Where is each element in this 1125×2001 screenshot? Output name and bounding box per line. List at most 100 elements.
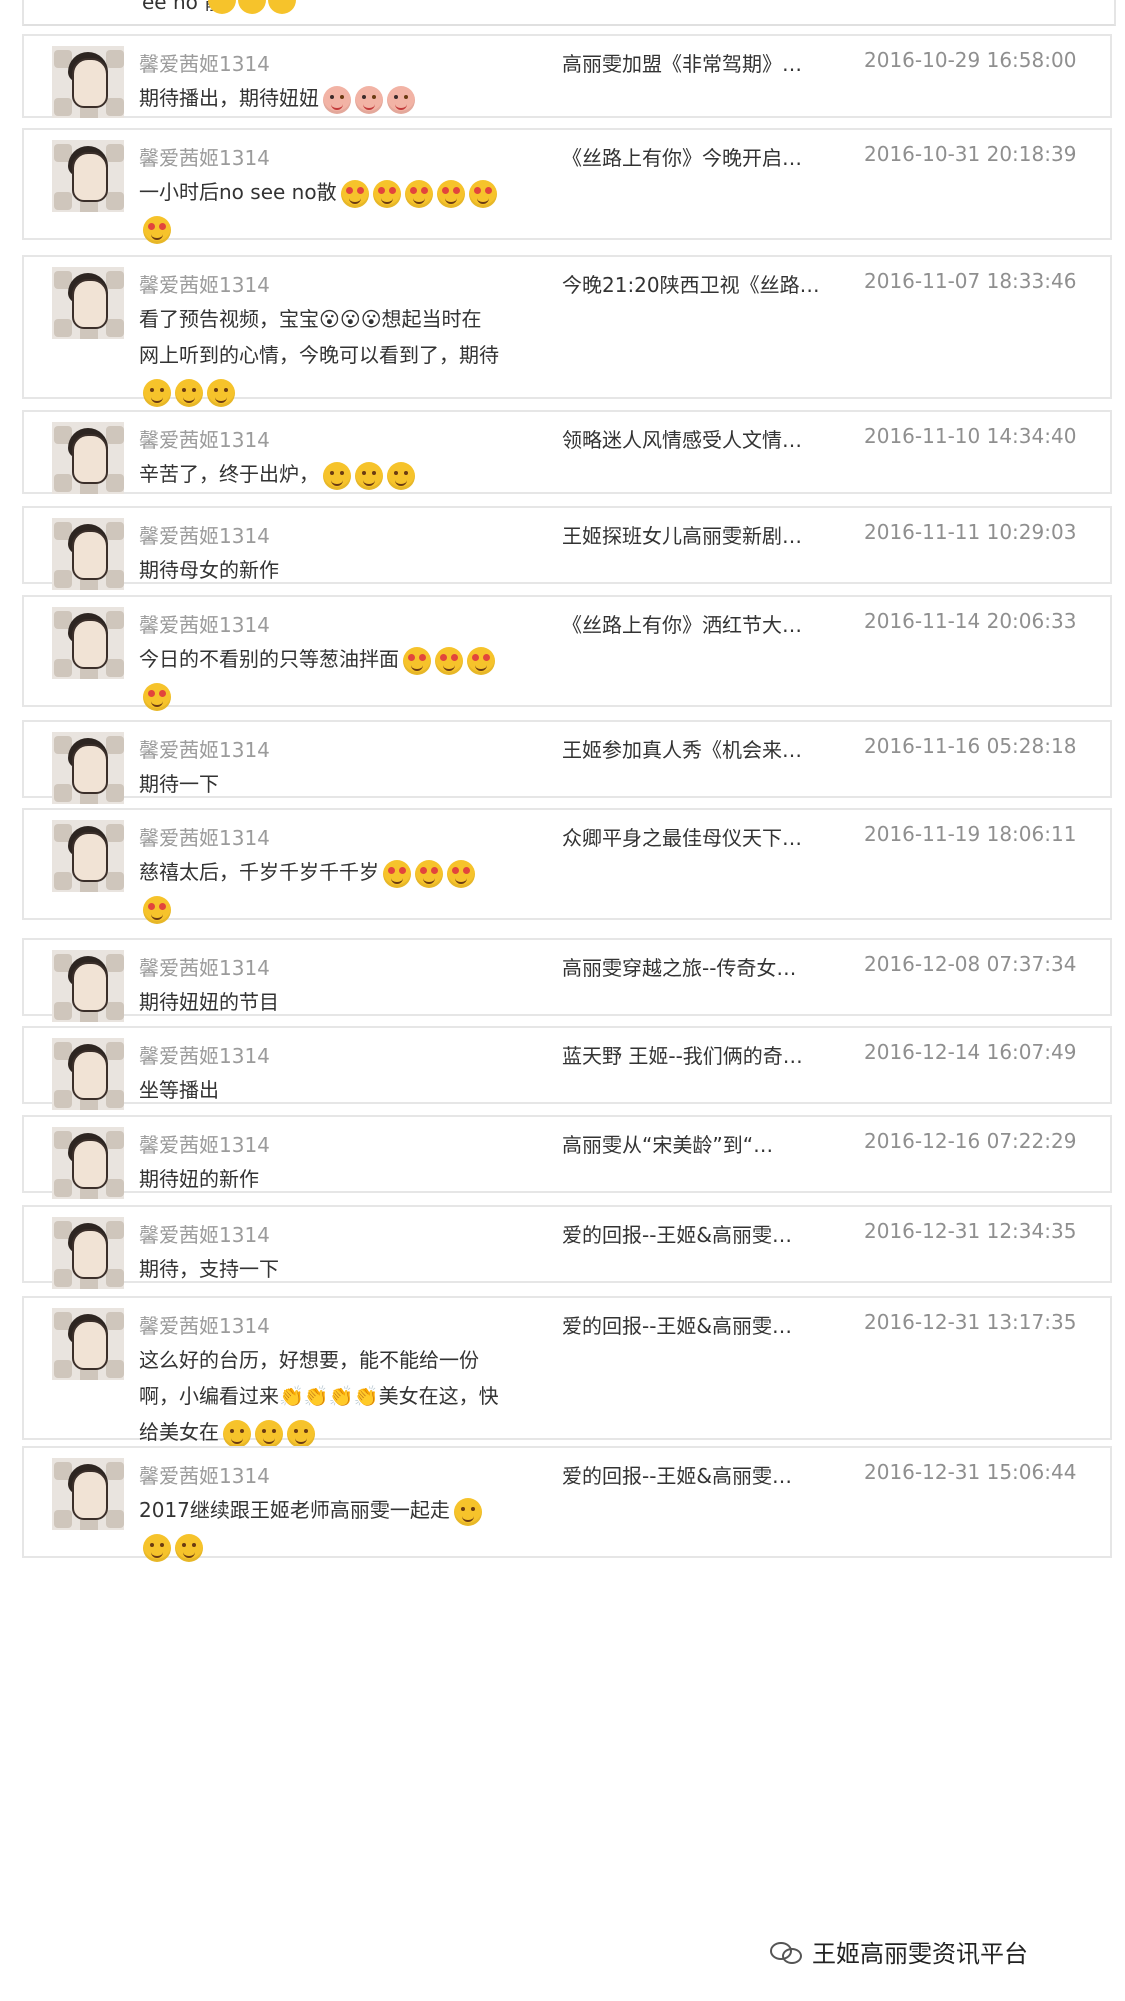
username[interactable]: 馨爱茜姬1314 [139, 1310, 270, 1339]
comment-card[interactable]: 馨爱茜姬1314 领略迷人风情感受人文情… 2016-11-10 14:34:40 辛… [22, 410, 1112, 494]
avatar[interactable] [52, 1127, 124, 1199]
article-title-link[interactable]: 今晚21:20陕西卫视《丝路… [562, 269, 820, 298]
heart-emoji-icon [403, 646, 431, 675]
comment-timestamp: 2016-12-08 07:37:34 [864, 952, 1077, 976]
smile-emoji-icon [175, 1533, 203, 1562]
wechat-logo-icon [770, 1938, 804, 1964]
article-title-link[interactable]: 《丝路上有你》今晚开启… [562, 142, 802, 171]
username[interactable]: 馨爱茜姬1314 [139, 424, 270, 453]
comment-timestamp: 2016-12-14 16:07:49 [864, 1040, 1077, 1064]
username[interactable]: 馨爱茜姬1314 [139, 1129, 270, 1158]
username[interactable]: 馨爱茜姬1314 [139, 520, 270, 549]
comment-text: 一小时后no see no散 [139, 174, 499, 246]
username[interactable]: 馨爱茜姬1314 [139, 734, 270, 763]
comment-card[interactable]: 馨爱茜姬1314 《丝路上有你》洒红节大… 2016-11-14 20:06:33 今… [22, 595, 1112, 711]
avatar[interactable] [52, 732, 124, 804]
heart-emoji-icon [436, 179, 465, 208]
article-title-link[interactable]: 王姬探班女儿高丽雯新剧… [562, 520, 802, 549]
avatar[interactable] [52, 820, 124, 892]
avatar[interactable] [52, 607, 124, 679]
smile-emoji-icon [453, 1497, 482, 1526]
avatar[interactable] [52, 1308, 124, 1380]
avatar[interactable] [52, 1458, 124, 1530]
comment-body: 期待母女的新作 [139, 558, 279, 582]
comment-card[interactable]: 馨爱茜姬1314 《丝路上有你》今晚开启… 2016-10-31 20:18:39 一… [22, 128, 1112, 244]
username[interactable]: 馨爱茜姬1314 [139, 269, 270, 298]
username[interactable]: 馨爱茜姬1314 [139, 1219, 270, 1248]
article-title-link[interactable]: 高丽雯从“宋美龄”到“… [562, 1129, 773, 1158]
avatar[interactable] [52, 518, 124, 590]
smile-emoji-icon [387, 461, 415, 490]
comment-body: 今日的不看别的只等葱油拌面 [139, 647, 399, 671]
comment-card[interactable]: 馨爱茜姬1314 蓝天野 王姬--我们俩的奇… 2016-12-14 16:07:4… [22, 1026, 1112, 1110]
comment-card[interactable]: 馨爱茜姬1314 高丽雯穿越之旅--传奇女… 2016-12-08 07:37:34… [22, 938, 1112, 1022]
heart-emoji-icon [435, 646, 463, 675]
heart-emoji-icon [447, 859, 475, 888]
heart-emoji-icon [372, 179, 401, 208]
article-title-link[interactable]: 爱的回报--王姬&高丽雯… [562, 1460, 792, 1489]
smile-emoji-icon [223, 1419, 251, 1448]
article-title-link[interactable]: 王姬参加真人秀《机会来… [562, 734, 802, 763]
comment-timestamp: 2016-12-31 12:34:35 [864, 1219, 1077, 1243]
comment-card[interactable]: 馨爱茜姬1314 爱的回报--王姬&高丽雯… 2016-12-31 12:34:35… [22, 1205, 1112, 1289]
comment-timestamp: 2016-12-31 13:17:35 [864, 1310, 1077, 1334]
comment-timestamp: 2016-11-14 20:06:33 [864, 609, 1077, 633]
article-title-link[interactable]: 领略迷人风情感受人文情… [562, 424, 802, 453]
comment-card[interactable]: 馨爱茜姬1314 高丽雯加盟《非常驾期》… 2016-10-29 16:58:00 期… [22, 34, 1112, 118]
emoji-icon [268, 0, 296, 14]
comment-text: 期待妞的新作 [139, 1161, 499, 1197]
article-title-link[interactable]: 爱的回报--王姬&高丽雯… [562, 1310, 792, 1339]
comment-body: 期待一下 [139, 772, 219, 796]
heart-emoji-icon [467, 646, 495, 675]
username[interactable]: 馨爱茜姬1314 [139, 1460, 270, 1489]
comment-text: 期待妞妞的节目 [139, 984, 499, 1020]
comment-text: 辛苦了，终于出炉， [139, 456, 499, 492]
article-title-link[interactable]: 众卿平身之最佳母仪天下… [562, 822, 802, 851]
username[interactable]: 馨爱茜姬1314 [139, 1040, 270, 1069]
smile-emoji-icon [255, 1419, 283, 1448]
avatar[interactable] [52, 267, 124, 339]
username[interactable]: 馨爱茜姬1314 [139, 952, 270, 981]
comment-timestamp: 2016-12-31 15:06:44 [864, 1460, 1077, 1484]
avatar[interactable] [52, 1038, 124, 1110]
comment-card[interactable]: 馨爱茜姬1314 众卿平身之最佳母仪天下… 2016-11-19 18:06:11 慈… [22, 808, 1112, 924]
comment-body: 看了预告视频，宝宝😮😮😮想起当时在网上听到的心情，今晚可以看到了，期待 [139, 307, 499, 367]
smile-emoji-icon [287, 1419, 315, 1448]
username[interactable]: 馨爱茜姬1314 [139, 609, 270, 638]
avatar[interactable] [52, 140, 124, 212]
avatar[interactable] [52, 46, 124, 118]
avatar[interactable] [52, 1217, 124, 1289]
avatar[interactable] [52, 950, 124, 1022]
comment-body: 期待播出，期待妞妞 [139, 86, 319, 110]
comment-card[interactable]: 馨爱茜姬1314 爱的回报--王姬&高丽雯… 2016-12-31 15:06:44… [22, 1446, 1112, 1562]
comment-body: 坐等播出 [139, 1078, 219, 1102]
username[interactable]: 馨爱茜姬1314 [139, 48, 270, 77]
kiss-emoji-icon [387, 85, 415, 114]
kiss-emoji-icon [323, 85, 351, 114]
comment-body: 一小时后no see no散 [139, 180, 337, 204]
heart-emoji-icon [404, 179, 433, 208]
article-title-link[interactable]: 《丝路上有你》洒红节大… [562, 609, 802, 638]
article-title-link[interactable]: 高丽雯加盟《非常驾期》… [562, 48, 802, 77]
avatar[interactable] [52, 422, 124, 494]
comment-body: 这么好的台历，好想要，能不能给一份啊，小编看过来👏👏👏👏美女在这，快给美女在 [139, 1348, 499, 1444]
comment-card[interactable]: 馨爱茜姬1314 王姬参加真人秀《机会来… 2016-11-16 05:28:18 期… [22, 720, 1112, 804]
watermark-text: 王姬高丽雯资讯平台 [812, 1939, 1028, 1968]
article-title-link[interactable]: 高丽雯穿越之旅--传奇女… [562, 952, 796, 981]
comment-text: 看了预告视频，宝宝😮😮😮想起当时在网上听到的心情，今晚可以看到了，期待 [139, 301, 499, 409]
comment-body: 期待妞妞的节目 [139, 990, 279, 1014]
comment-body: 期待妞的新作 [139, 1167, 259, 1191]
comment-timestamp: 2016-11-07 18:33:46 [864, 269, 1077, 293]
username[interactable]: 馨爱茜姬1314 [139, 822, 270, 851]
comment-card[interactable]: 馨爱茜姬1314 爱的回报--王姬&高丽雯… 2016-12-31 13:17:35… [22, 1296, 1112, 1448]
comment-timestamp: 2016-11-11 10:29:03 [864, 520, 1077, 544]
article-title-link[interactable]: 蓝天野 王姬--我们俩的奇… [562, 1040, 803, 1069]
comment-card[interactable]: 馨爱茜姬1314 高丽雯从“宋美龄”到“… 2016-12-16 07:22:29 期… [22, 1115, 1112, 1199]
article-title-link[interactable]: 爱的回报--王姬&高丽雯… [562, 1219, 792, 1248]
comment-body: 辛苦了，终于出炉， [139, 462, 319, 486]
heart-emoji-icon [143, 215, 171, 244]
comment-card[interactable]: 馨爱茜姬1314 今晚21:20陕西卫视《丝路… 2016-11-07 18:33:… [22, 255, 1112, 407]
comment-card[interactable]: 馨爱茜姬1314 王姬探班女儿高丽雯新剧… 2016-11-11 10:29:03 期… [22, 506, 1112, 590]
username[interactable]: 馨爱茜姬1314 [139, 142, 270, 171]
watermark: 王姬高丽雯资讯平台 [770, 1935, 1028, 1968]
